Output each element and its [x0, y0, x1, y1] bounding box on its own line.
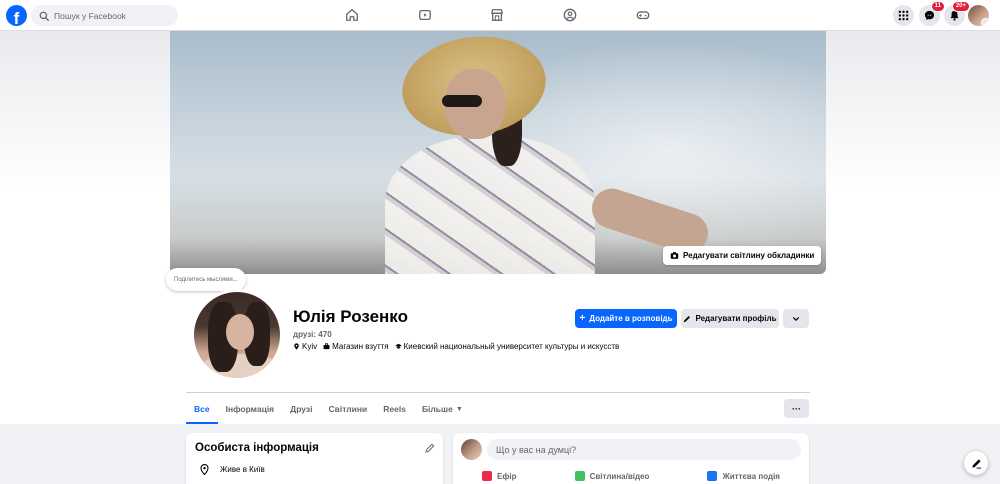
tab-more[interactable]: Більше ▼ [414, 394, 471, 424]
live-video-button[interactable]: Ефір [482, 471, 517, 481]
lives-in-row: Живе в Київ [199, 464, 265, 475]
tab-reels[interactable]: Reels [375, 394, 414, 424]
notifications-button[interactable]: 20+ [944, 1, 970, 26]
compose-icon [971, 458, 981, 469]
tab-all[interactable]: Все [186, 394, 218, 424]
top-navigation-bar: f 11 20+ [0, 0, 1000, 31]
photo-video-button[interactable]: Світлина/відео [574, 471, 649, 481]
messenger-button[interactable]: 11 [919, 1, 945, 26]
friends-count[interactable]: друзі: 470 [293, 330, 332, 339]
search-box[interactable] [31, 5, 178, 26]
search-icon [39, 11, 49, 21]
messenger-badge: 11 [930, 1, 945, 12]
caret-down-icon: ▼ [455, 405, 463, 413]
grid-icon [898, 10, 909, 21]
header-divider [186, 392, 810, 393]
composer-avatar[interactable] [461, 439, 482, 460]
facebook-logo[interactable]: f [6, 5, 27, 26]
plus-icon: + [579, 313, 586, 324]
camera-icon [670, 252, 679, 259]
intro-title: Особиста інформація [195, 442, 319, 454]
composer-input[interactable] [487, 439, 801, 460]
tab-photos[interactable]: Світлини [320, 394, 375, 424]
messenger-icon [924, 10, 935, 21]
briefcase-icon [323, 343, 330, 350]
life-event-button[interactable]: Життєва подія [707, 471, 780, 481]
new-message-button[interactable] [964, 451, 988, 475]
workplace-item: Магазин взуття [323, 342, 389, 351]
profile-picture[interactable] [191, 289, 283, 381]
tabs-more-button[interactable]: ··· [784, 399, 809, 418]
search-input[interactable] [54, 10, 174, 21]
pencil-icon [684, 315, 691, 322]
gaming-icon[interactable] [636, 8, 650, 22]
profile-tabs: Все Інформація Друзі Світлини Reels Біль… [186, 394, 471, 424]
marketplace-icon[interactable] [490, 8, 504, 22]
tab-about[interactable]: Інформація [218, 394, 283, 424]
notifications-badge: 20+ [951, 1, 970, 12]
flag-icon [707, 471, 718, 481]
profile-options-button[interactable] [783, 309, 809, 328]
graduation-cap-icon [394, 343, 402, 349]
live-video-icon [482, 471, 493, 481]
post-composer: Ефір Світлина/відео Життєва подія [453, 433, 809, 484]
add-to-story-button[interactable]: + Додайте в розповідь [575, 309, 677, 328]
location-pin-icon [294, 343, 299, 350]
composer-actions: Ефір Світлина/відео Життєва подія [453, 471, 809, 481]
tab-friends[interactable]: Друзі [282, 394, 320, 424]
edit-profile-button[interactable]: Редагувати профіль [681, 309, 779, 328]
account-avatar[interactable] [968, 5, 989, 26]
location-pin-icon [200, 464, 209, 475]
thought-bubble[interactable]: Поділитесь мыслями... [166, 268, 246, 291]
intro-card: Особиста інформація Живе в Київ [186, 433, 443, 484]
cover-photo[interactable] [170, 31, 826, 274]
education-item: Киевский национальный университет культу… [394, 342, 619, 351]
profile-name: Юлія Розенко [293, 307, 408, 326]
chevron-down-icon [792, 316, 800, 321]
video-icon[interactable] [418, 8, 432, 22]
location-item: Kyiv [293, 342, 317, 351]
edit-intro-icon[interactable] [425, 443, 435, 453]
edit-cover-button[interactable]: Редагувати світлину обкладинки [663, 246, 822, 265]
photo-icon [574, 471, 585, 481]
home-icon[interactable] [345, 8, 359, 22]
menu-grid-button[interactable] [893, 5, 914, 26]
groups-icon[interactable] [563, 8, 577, 22]
profile-details: Kyiv Магазин взуття Киевский национальны… [293, 342, 625, 351]
